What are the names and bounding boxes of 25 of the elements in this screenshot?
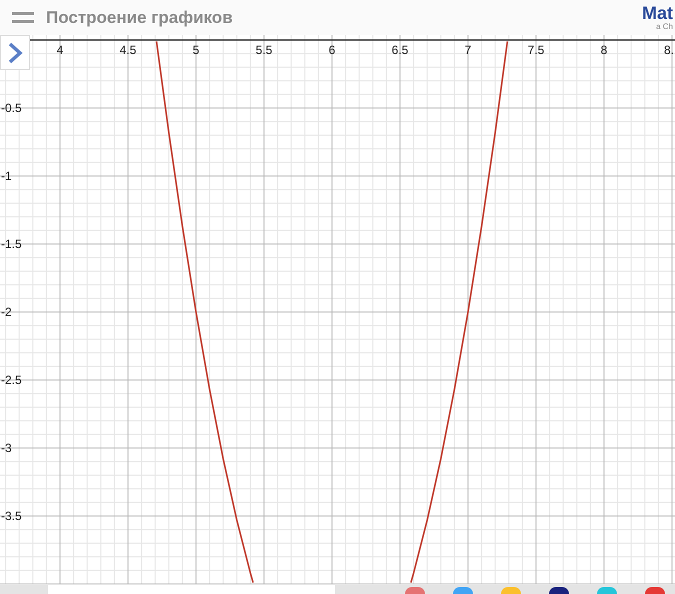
y-tick-label: -1.5	[1, 237, 22, 252]
x-tick-label: 5	[192, 43, 200, 58]
x-tick-label: 4	[56, 43, 64, 58]
x-tick-label: 5.5	[256, 43, 272, 58]
logo-subtitle: a Ch	[656, 22, 673, 32]
chevron-icon	[7, 42, 23, 64]
y-tick-label: -2.5	[1, 373, 22, 387]
x-tick-label: 8.	[664, 43, 674, 58]
y-tick-label: -1	[1, 169, 12, 184]
x-tick-label: 4.5	[120, 43, 136, 58]
y-tick-label: -0.5	[1, 101, 22, 116]
expand-panel-button[interactable]	[0, 35, 30, 70]
x-tick-label: 6	[328, 43, 336, 58]
y-tick-label: -2	[1, 305, 12, 320]
y-tick-label: -3.5	[1, 509, 22, 523]
page-title: Построение графиков	[46, 8, 234, 28]
x-tick-label: 8	[600, 43, 608, 58]
x-tick-label: 7	[464, 43, 472, 58]
taskbar-search-field[interactable]	[48, 585, 335, 594]
logo-text: Mat	[642, 4, 673, 22]
y-tick-label: -3	[1, 441, 12, 455]
menu-icon[interactable]	[12, 12, 34, 24]
x-tick-label: 7.5	[528, 43, 544, 58]
x-tick-label: 6.5	[392, 43, 408, 58]
app-icon[interactable]	[549, 587, 569, 594]
